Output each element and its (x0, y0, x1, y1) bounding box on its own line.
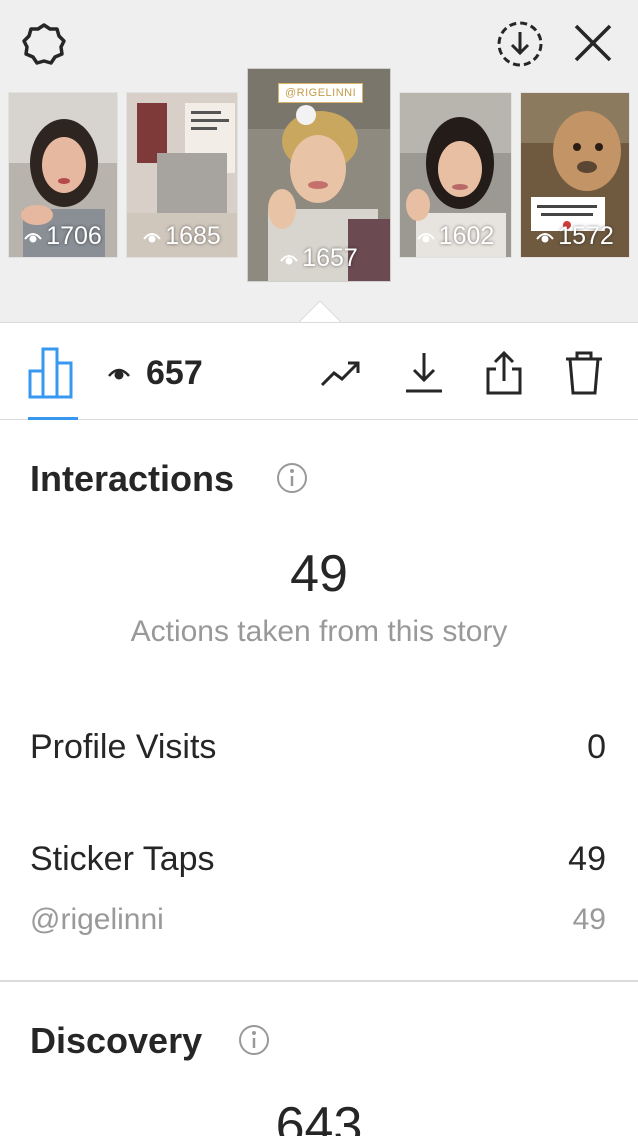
viewers-count-button[interactable]: 657 (108, 351, 203, 395)
story-thumbnail[interactable]: 1706 (8, 92, 118, 258)
eye-icon (108, 368, 130, 380)
story-strip-panel: 1706 1685 @RIGELINNI 1657 1602 1572 (0, 0, 638, 324)
section-divider (0, 980, 638, 982)
delete-button[interactable] (560, 349, 608, 397)
story-insights-toolbar: 657 (0, 322, 638, 420)
active-tab-indicator (28, 417, 78, 420)
sticker-taps-label: Sticker Taps (30, 840, 215, 878)
share-icon (486, 350, 522, 395)
save-download-icon (406, 353, 442, 393)
sticker-taps-value: 49 (568, 840, 606, 878)
interactions-caption: Actions taken from this story (130, 615, 508, 648)
info-icon (277, 463, 307, 493)
story-view-count: 1602 (400, 222, 511, 251)
interactions-info-button[interactable] (276, 462, 308, 494)
eye-icon (416, 232, 435, 242)
settings-button[interactable] (20, 20, 68, 68)
sticker-mention-label[interactable]: @rigelinni (30, 903, 164, 937)
discovery-total: 643 (275, 1097, 363, 1136)
share-button[interactable] (480, 349, 528, 397)
story-thumbnail[interactable]: 1572 (520, 92, 630, 258)
story-view-count: 1685 (127, 222, 237, 251)
trash-icon (566, 351, 602, 395)
save-button[interactable] (400, 349, 448, 397)
eye-icon (143, 232, 161, 242)
story-view-count: 1706 (9, 222, 117, 251)
gear-icon (22, 23, 66, 65)
sticker-mention-value: 49 (572, 903, 606, 936)
eye-icon (536, 232, 554, 242)
story-view-count: 1572 (521, 222, 629, 251)
discovery-heading: Discovery (30, 1020, 203, 1061)
sticker-mention-tag: @RIGELINNI (278, 83, 364, 103)
interactions-total: 49 (290, 545, 348, 603)
trending-icon (320, 361, 360, 387)
story-thumbnail[interactable]: 1602 (399, 92, 512, 258)
profile-visits-label: Profile Visits (30, 728, 217, 766)
profile-visits-value: 0 (587, 728, 606, 766)
info-icon (239, 1025, 269, 1055)
bar-chart-icon (28, 347, 73, 399)
promote-button[interactable] (318, 349, 366, 397)
tab-insights[interactable] (24, 341, 80, 401)
story-thumbnail[interactable]: 1685 (126, 92, 238, 258)
download-circle-icon (497, 21, 543, 67)
discovery-info-button[interactable] (238, 1024, 270, 1056)
eye-icon (280, 254, 298, 264)
viewers-count: 657 (146, 353, 203, 392)
story-thumbnail-selected[interactable]: @RIGELINNI 1657 (247, 68, 391, 282)
eye-icon (24, 232, 42, 242)
close-button[interactable] (570, 20, 616, 66)
story-view-count: 1657 (248, 244, 390, 273)
download-story-button[interactable] (494, 18, 546, 70)
close-icon (574, 24, 612, 62)
selection-pointer (297, 300, 343, 324)
interactions-heading: Interactions (30, 458, 235, 499)
